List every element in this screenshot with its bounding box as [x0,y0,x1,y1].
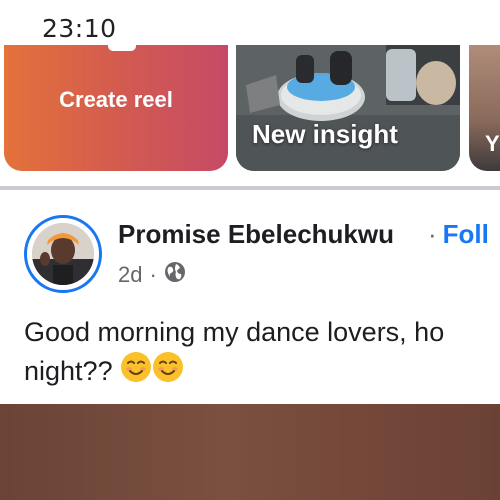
meta-separator: · [149,262,157,287]
smiling-face-emoji-2 [152,351,184,393]
follow-label: Foll [442,219,489,249]
post-meta: 2d · [118,261,186,289]
story-card-partial[interactable]: Y [469,45,500,171]
new-insight-label: New insight [252,119,398,149]
avatar-ring[interactable] [24,215,102,293]
post-text-line-2-text: night?? [24,356,113,386]
post-header: Promise Ebelechukwu · Foll 2d · [0,205,500,295]
story-card-partial-label: Y [485,131,500,156]
avatar [32,223,94,285]
new-insight-card[interactable]: New insight [236,45,460,171]
post-age: 2d [118,262,143,287]
status-bar: 23:10 [0,0,500,50]
create-reel-card[interactable]: Create reel [4,45,228,171]
create-reel-label: Create reel [59,87,173,112]
create-reel-notch [108,45,136,51]
post-author-name[interactable]: Promise Ebelechukwu [118,219,394,250]
feed-divider [0,186,500,190]
stories-row: Create reel New insight Y [0,45,500,175]
post-text: Good morning my dance lovers, ho night?? [24,313,500,393]
follow-link[interactable]: · Foll [428,219,489,250]
status-time: 23:10 [42,14,117,43]
post-media[interactable] [0,404,500,500]
globe-icon[interactable] [164,261,186,289]
smiling-face-emoji [120,351,152,393]
post-text-line-1: Good morning my dance lovers, ho [24,317,445,347]
avatar-image [32,223,94,285]
post-text-line-2: night?? [24,351,500,393]
insight-thumbnail [236,45,460,171]
follow-separator: · [428,219,437,249]
